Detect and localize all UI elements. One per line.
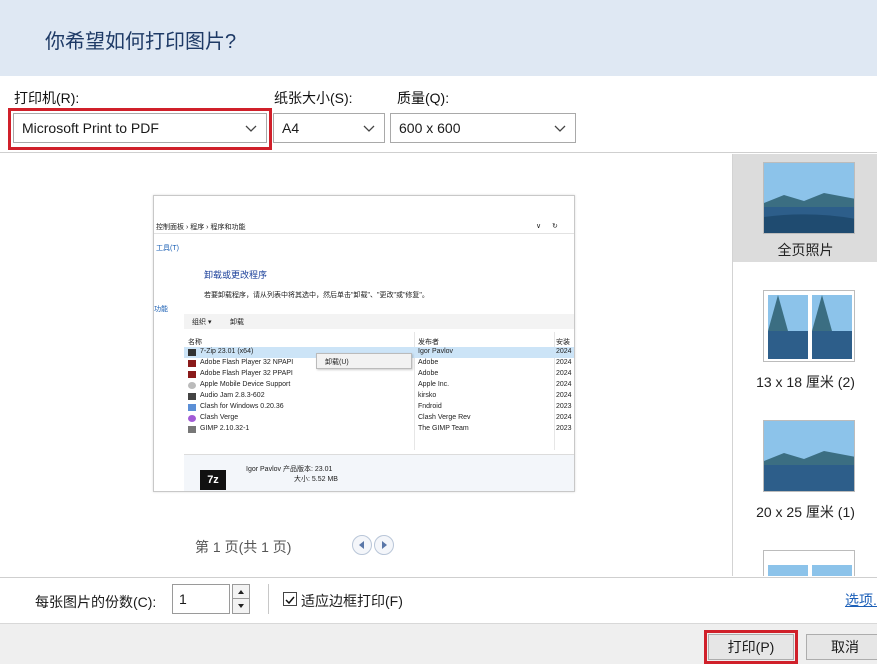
options-link[interactable]: 选项... bbox=[845, 590, 877, 610]
preview-sidebar-link: 功能 bbox=[154, 306, 168, 313]
preview-row-name: Clash for Windows 0.20.36 bbox=[200, 403, 284, 410]
preview-refresh-icon: ↻ bbox=[552, 223, 558, 230]
layout-label: 全页照片 bbox=[777, 242, 834, 258]
preview-details-line2: 大小: 5.52 MB bbox=[294, 476, 338, 483]
preview-page: 控制面板 › 程序 › 程序和功能 ∨ ↻ 工具(T) 卸载或更改程序 若要卸载… bbox=[153, 195, 575, 492]
preview-row-date: 2024 bbox=[556, 359, 572, 366]
paper-size-value: A4 bbox=[282, 120, 300, 136]
preview-context-menu-item: 卸载(U) bbox=[325, 359, 349, 366]
caret-down-icon bbox=[238, 604, 244, 608]
preview-row-publisher: Fndroid bbox=[418, 403, 442, 410]
layout-20x25[interactable]: 20 x 25 厘米 (1) bbox=[733, 416, 877, 524]
two-photo-thumbnail bbox=[763, 290, 855, 362]
app-icon bbox=[188, 426, 196, 433]
chevron-down-icon bbox=[363, 125, 375, 132]
preview-row-publisher: kirsko bbox=[418, 392, 437, 399]
preview-row-publisher: The GIMP Team bbox=[418, 425, 469, 432]
preview-row-date: 2023 bbox=[556, 403, 572, 410]
preview-row-name: Clash Verge bbox=[200, 414, 239, 421]
layout-full-page[interactable]: 全页照片 bbox=[733, 154, 877, 262]
decrement-button[interactable] bbox=[233, 599, 249, 613]
copies-label: 每张图片的份数(C): bbox=[35, 594, 157, 610]
preview-row-name: Audio Jam 2.8.3-602 bbox=[200, 392, 265, 399]
printer-highlight-box bbox=[8, 108, 272, 150]
preview-toolbar-uninstall: 卸载 bbox=[230, 319, 244, 326]
preview-breadcrumb: 控制面板 › 程序 › 程序和功能 bbox=[156, 224, 246, 231]
quality-value: 600 x 600 bbox=[399, 120, 461, 136]
preview-row-publisher: Adobe bbox=[418, 359, 439, 366]
copies-input[interactable]: 1 bbox=[172, 584, 230, 614]
preview-description: 若要卸载程序，请从列表中将其选中，然后单击"卸载"、"更改"或"修复"。 bbox=[204, 292, 429, 299]
previous-page-button[interactable] bbox=[352, 535, 372, 555]
fit-frame-label[interactable]: 适应边框打印(F) bbox=[301, 591, 403, 611]
dialog-header: 你希望如何打印图片? bbox=[0, 0, 877, 76]
preview-row-name: GIMP 2.10.32-1 bbox=[200, 425, 250, 432]
print-settings-row: 打印机(R): Microsoft Print to PDF 纸张大小(S): … bbox=[0, 76, 877, 153]
layout-13x18[interactable]: 13 x 18 厘米 (2) bbox=[733, 286, 877, 394]
quality-label: 质量(Q): bbox=[397, 90, 450, 106]
chevron-down-icon bbox=[554, 125, 566, 132]
copies-row: 每张图片的份数(C): 1 适应边框打印(F) 选项... bbox=[0, 577, 877, 623]
arrow-right-icon bbox=[382, 541, 387, 549]
preview-context-menu: 卸载(U) bbox=[316, 353, 412, 369]
arrow-left-icon bbox=[359, 541, 364, 549]
preview-col-date: 安装 bbox=[556, 339, 570, 346]
quality-select[interactable]: 600 x 600 bbox=[390, 113, 576, 143]
divider bbox=[268, 584, 269, 614]
app-icon bbox=[188, 415, 196, 422]
preview-details-pane bbox=[184, 454, 574, 491]
increment-button[interactable] bbox=[233, 585, 249, 599]
preview-details-line1: Igor Pavlov 产品版本: 23.01 bbox=[246, 466, 333, 473]
app-icon bbox=[188, 371, 196, 378]
copies-value: 1 bbox=[179, 591, 187, 607]
preview-row-date: 2024 bbox=[556, 381, 572, 388]
preview-row-date: 2024 bbox=[556, 414, 572, 421]
cancel-button[interactable]: 取消 bbox=[806, 634, 877, 660]
preview-row-publisher: Igor Pavlov bbox=[418, 348, 454, 355]
preview-row-name: Adobe Flash Player 32 NPAPI bbox=[200, 359, 294, 366]
dialog-title: 你希望如何打印图片? bbox=[45, 31, 237, 53]
preview-toolbar-organize: 组织 ▾ bbox=[192, 319, 212, 326]
app-icon bbox=[188, 349, 196, 356]
paper-size-label: 纸张大小(S): bbox=[274, 90, 353, 106]
preview-row-publisher: Clash Verge Rev bbox=[418, 414, 471, 421]
preview-row-date: 2024 bbox=[556, 348, 572, 355]
dialog-footer: 打印(P) 取消 bbox=[0, 623, 877, 664]
preview-col-name: 名称 bbox=[188, 339, 202, 346]
seven-zip-logo: 7z bbox=[200, 470, 226, 490]
app-icon bbox=[188, 393, 196, 400]
app-icon bbox=[188, 404, 196, 411]
preview-row-name: Apple Mobile Device Support bbox=[200, 381, 291, 388]
layout-label: 20 x 25 厘米 (1) bbox=[756, 504, 855, 520]
preview-row-publisher: Apple Inc. bbox=[418, 381, 450, 388]
preview-tool-label: 工具(T) bbox=[156, 245, 179, 252]
preview-row-name: 7-Zip 23.01 (x64) bbox=[200, 348, 254, 355]
fit-frame-checkbox[interactable] bbox=[283, 592, 297, 606]
landscape-thumbnail bbox=[763, 420, 855, 492]
checkmark-icon bbox=[285, 596, 295, 605]
multi-photo-thumbnail bbox=[763, 550, 855, 576]
layout-sidebar[interactable]: 全页照片 13 x 18 厘米 (2) 20 x 25 厘米 (1) bbox=[732, 154, 877, 576]
copies-spinner[interactable] bbox=[232, 584, 250, 614]
layout-more[interactable] bbox=[733, 546, 877, 576]
printer-label: 打印机(R): bbox=[14, 90, 80, 106]
preview-row-date: 2023 bbox=[556, 425, 572, 432]
landscape-thumbnail bbox=[763, 162, 855, 234]
print-button[interactable]: 打印(P) bbox=[704, 630, 798, 664]
paper-size-select[interactable]: A4 bbox=[273, 113, 385, 143]
app-icon bbox=[188, 360, 196, 367]
preview-row-name: Adobe Flash Player 32 PPAPI bbox=[200, 370, 293, 377]
app-icon bbox=[188, 382, 196, 389]
preview-col-publisher: 发布者 bbox=[418, 339, 439, 346]
preview-dropdown-icon: ∨ bbox=[536, 223, 542, 230]
page-indicator: 第 1 页(共 1 页) bbox=[195, 539, 292, 555]
preview-row-date: 2024 bbox=[556, 392, 572, 399]
preview-row-date: 2024 bbox=[556, 370, 572, 377]
next-page-button[interactable] bbox=[374, 535, 394, 555]
preview-row-publisher: Adobe bbox=[418, 370, 439, 377]
layout-label: 13 x 18 厘米 (2) bbox=[756, 374, 855, 390]
preview-heading: 卸载或更改程序 bbox=[204, 270, 268, 280]
caret-up-icon bbox=[238, 590, 244, 594]
